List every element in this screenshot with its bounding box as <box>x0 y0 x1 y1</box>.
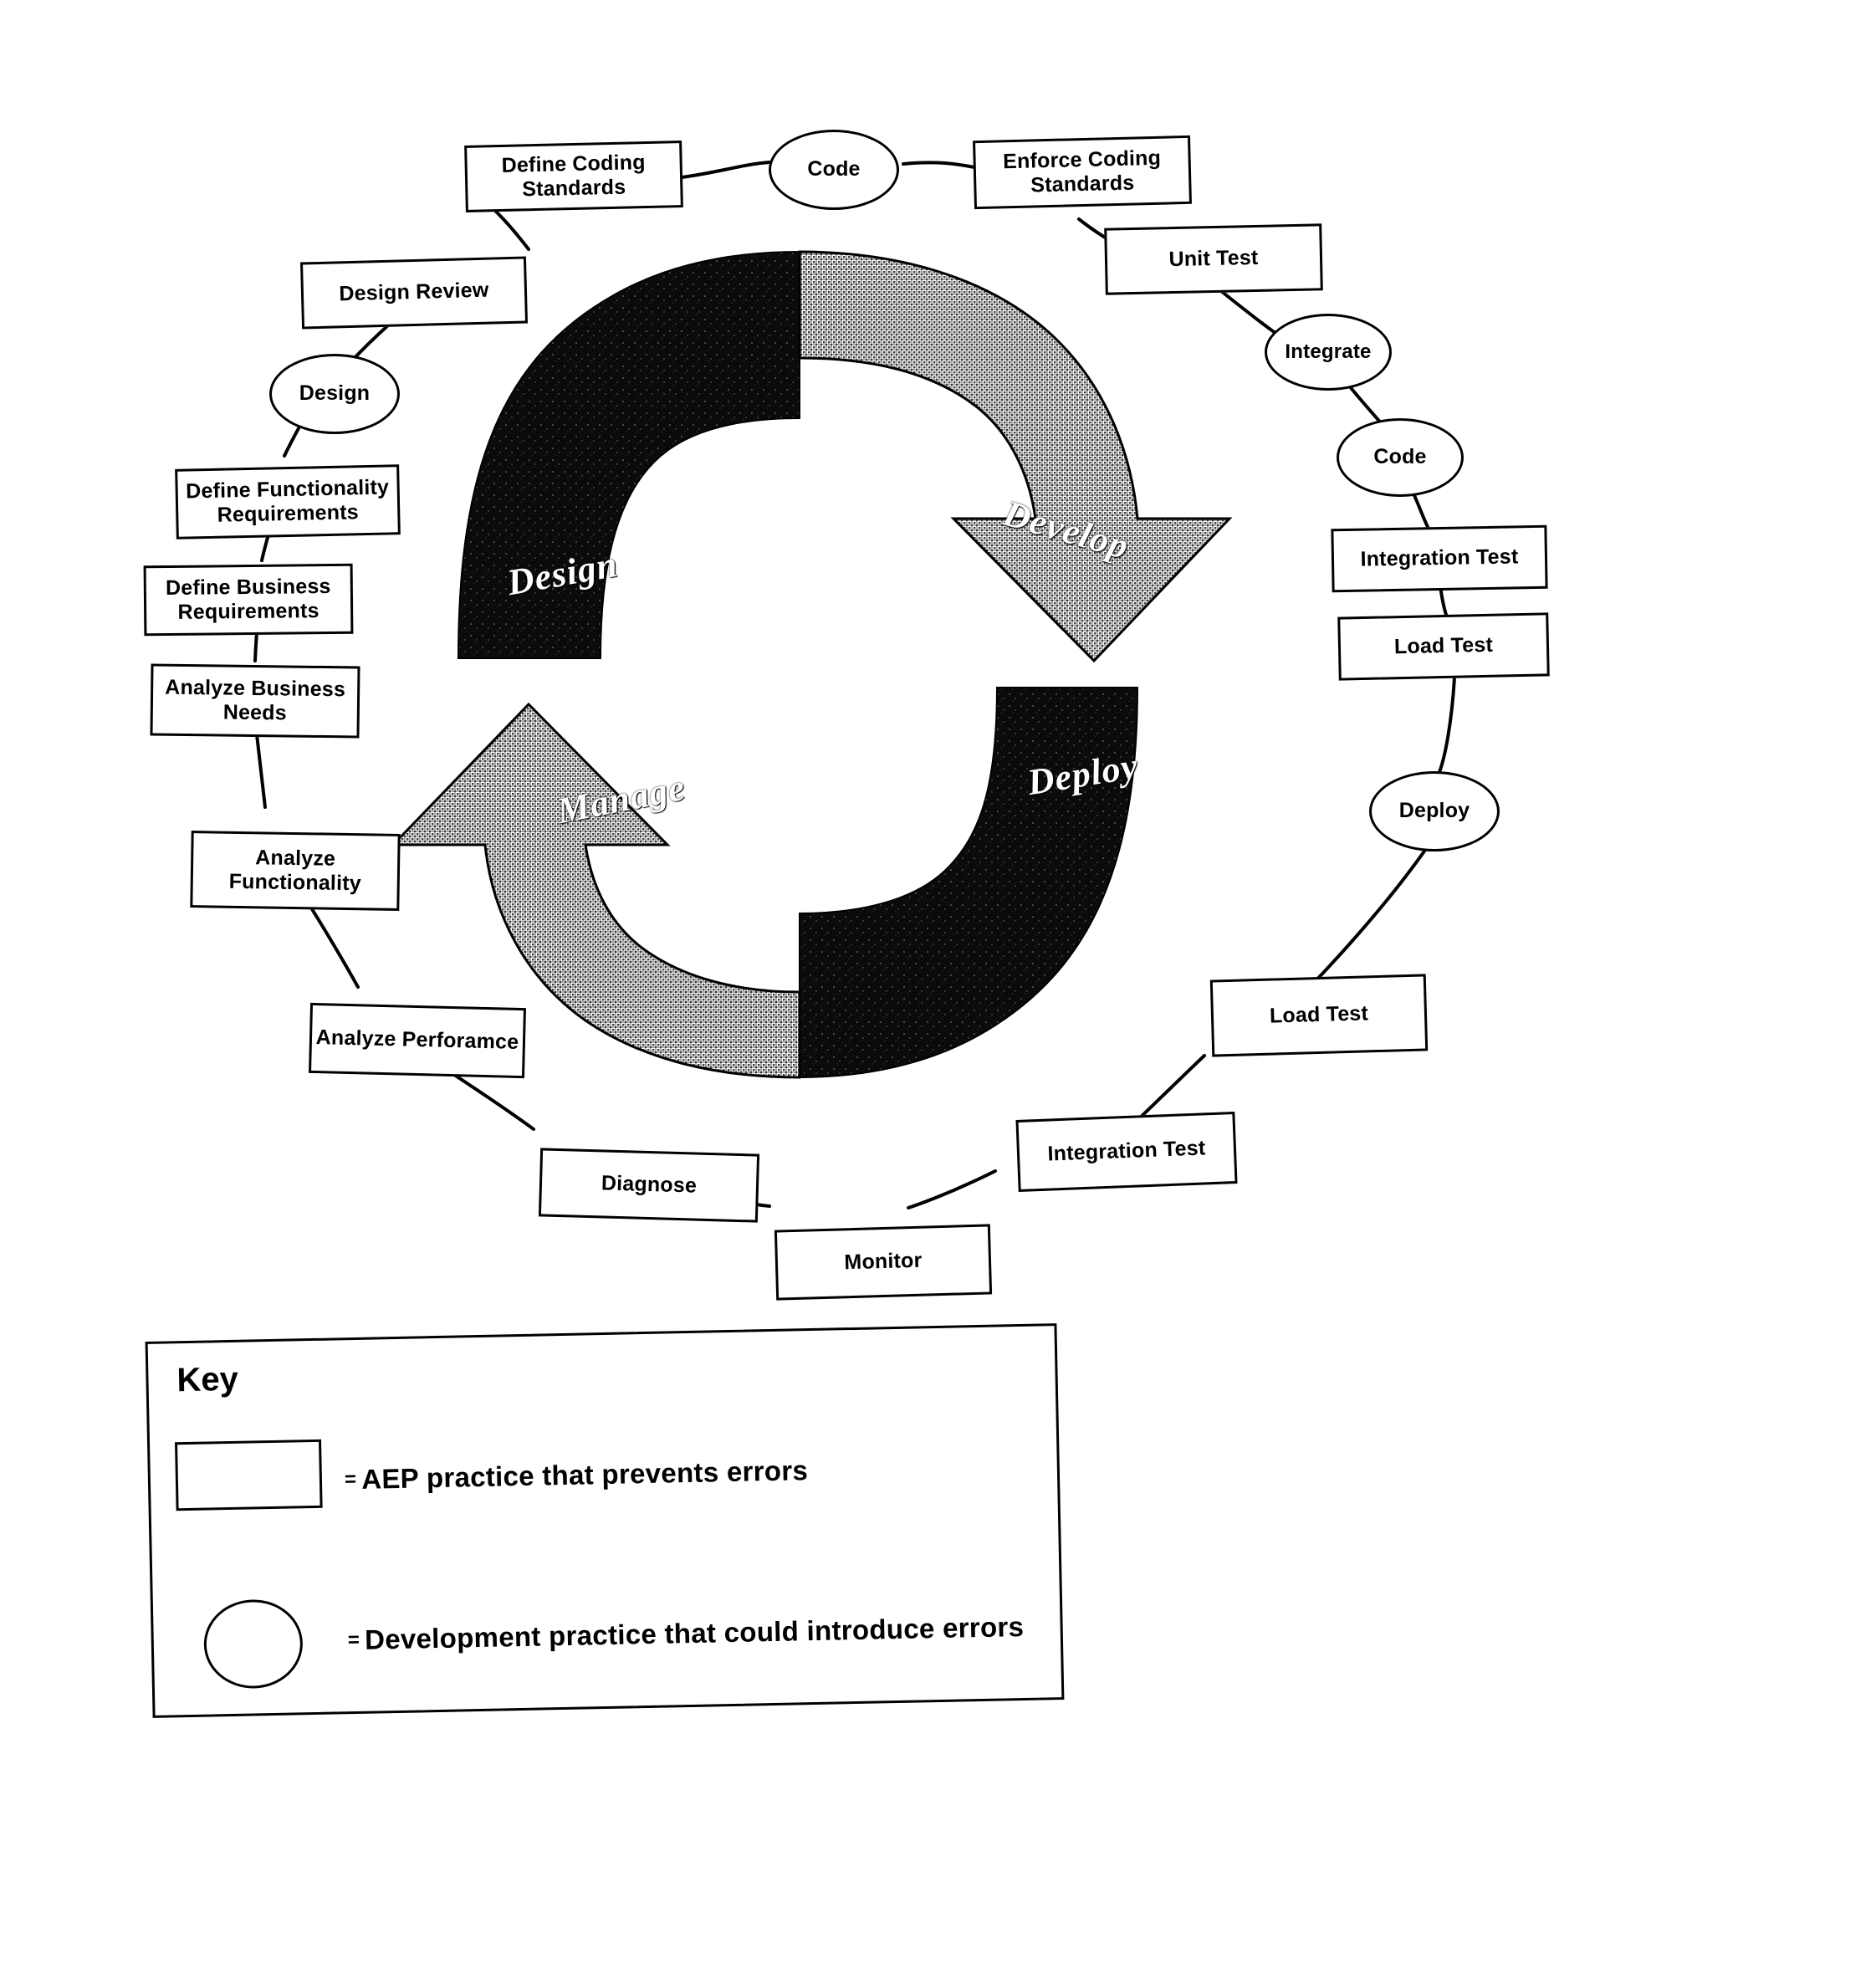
node-analyze-business-needs[interactable]: Analyze Business Needs <box>150 663 360 739</box>
node-integrate[interactable]: Integrate <box>1265 314 1392 391</box>
node-diagnose[interactable]: Diagnose <box>538 1148 760 1223</box>
node-unit-test[interactable]: Unit Test <box>1104 223 1323 295</box>
key-title: Key <box>176 1360 239 1399</box>
node-analyze-functionality[interactable]: Analyze Functionality <box>190 831 401 911</box>
node-integration-test-right[interactable]: Integration Test <box>1331 524 1548 593</box>
key-entry-2-text: Development practice that could introduc… <box>364 1610 1025 1655</box>
key-entry-2: = Development practice that could introdu… <box>347 1610 1025 1656</box>
deploy-arrow <box>799 687 1139 1079</box>
node-define-functionality-requirements[interactable]: Define Functionality Requirements <box>175 464 401 540</box>
node-load-test-right[interactable]: Load Test <box>1337 612 1550 681</box>
key-entry-1-text: AEP practice that prevents errors <box>360 1455 809 1495</box>
diagram-canvas: Design Develop Deploy Manage Define Codi… <box>0 0 1876 1974</box>
key-swatch-ellipse-icon <box>202 1598 304 1690</box>
node-analyze-performance[interactable]: Analyze Perforamce <box>309 1002 526 1079</box>
node-code-top[interactable]: Code <box>769 130 899 210</box>
node-load-test-bottom[interactable]: Load Test <box>1209 974 1429 1057</box>
node-enforce-coding-standards[interactable]: Enforce Coding Standards <box>973 135 1192 210</box>
node-integration-test-bottom[interactable]: Integration Test <box>1015 1112 1238 1192</box>
node-design[interactable]: Design <box>269 354 400 434</box>
node-deploy[interactable]: Deploy <box>1369 771 1500 851</box>
node-define-business-requirements[interactable]: Define Business Requirements <box>143 563 354 637</box>
key-swatch-box-icon <box>175 1439 323 1511</box>
node-monitor[interactable]: Monitor <box>774 1224 993 1301</box>
key-equals-1: = <box>344 1467 357 1491</box>
node-code-right[interactable]: Code <box>1337 418 1464 497</box>
key-entry-1: = AEP practice that prevents errors <box>345 1455 809 1496</box>
key-legend: Key = AEP practice that prevents errors =… <box>145 1323 1065 1718</box>
node-define-coding-standards[interactable]: Define Coding Standards <box>464 141 683 212</box>
node-design-review[interactable]: Design Review <box>299 256 529 330</box>
develop-arrow <box>798 250 1233 663</box>
key-equals-2: = <box>347 1628 360 1652</box>
